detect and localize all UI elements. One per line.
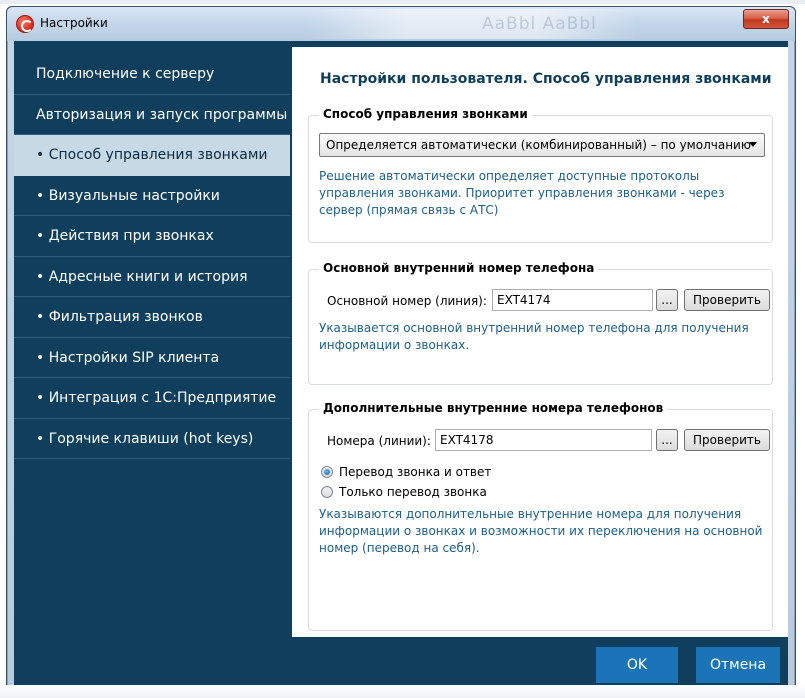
sidebar-item-call-filtering[interactable]: • Фильтрация звонков xyxy=(14,297,290,338)
radio-selected-icon xyxy=(321,466,333,478)
extra-numbers-group: Дополнительные внутренние номера телефон… xyxy=(308,401,773,631)
main-number-label: Основной номер (линия): xyxy=(327,294,487,308)
sidebar-item-sip-client[interactable]: • Настройки SIP клиента xyxy=(14,338,290,378)
main-number-check-button[interactable]: Проверить xyxy=(684,289,770,311)
sidebar-item-address-books[interactable]: • Адресные книги и история xyxy=(14,257,290,297)
sidebar-item-call-control[interactable]: • Способ управления звонками xyxy=(14,135,290,176)
sidebar-item-1c-integration[interactable]: • Интеграция с 1С:Предприятие xyxy=(14,378,290,419)
radio-label: Перевод звонка и ответ xyxy=(339,465,492,479)
sidebar-item-authorization[interactable]: Авторизация и запуск программы xyxy=(14,95,290,135)
group-title: Способ управления звонками xyxy=(319,107,532,121)
screen-edge xyxy=(0,0,805,4)
sidebar-item-label: • Способ управления звонками xyxy=(36,147,268,163)
dropdown-selected-value: Определяется автоматически (комбинирован… xyxy=(326,138,751,152)
main-number-input[interactable]: EXT4174 xyxy=(492,289,653,311)
sidebar-item-label: • Настройки SIP клиента xyxy=(36,349,220,366)
sidebar-item-hot-keys[interactable]: • Горячие клавиши (hot keys) xyxy=(14,419,290,459)
sidebar-item-label: • Горячие клавиши (hot keys) xyxy=(36,430,254,447)
settings-sidebar: Подключение к серверу Авторизация и запу… xyxy=(14,54,290,459)
sidebar-item-label: • Визуальные настройки xyxy=(36,187,220,204)
title-bar[interactable]: AaBbl AaBbl Настройки x xyxy=(7,7,795,41)
ok-button[interactable]: OK xyxy=(596,647,678,683)
main-number-group: Основной внутренний номер телефона Основ… xyxy=(308,261,773,385)
radio-transfer-only[interactable]: Только перевод звонка xyxy=(321,485,487,499)
settings-window: AaBbl AaBbl Настройки x Подключение к се… xyxy=(6,6,796,692)
main-number-description: Указывается основной внутренний номер те… xyxy=(319,321,749,352)
extra-numbers-description: Указываются дополнительные внутренние но… xyxy=(319,507,763,555)
extra-numbers-check-button[interactable]: Проверить xyxy=(684,429,770,451)
settings-panel: Настройки пользователя. Способ управлени… xyxy=(292,47,788,637)
page-title: Настройки пользователя. Способ управлени… xyxy=(320,71,772,87)
extra-numbers-browse-button[interactable]: ... xyxy=(656,429,678,451)
sidebar-item-label: • Действия при звонках xyxy=(36,228,214,244)
call-control-description: Решение автоматически определяет доступн… xyxy=(319,169,725,217)
group-title: Основной внутренний номер телефона xyxy=(319,261,599,275)
sidebar-item-call-actions[interactable]: • Действия при звонках xyxy=(14,216,290,257)
app-phone-icon xyxy=(16,15,34,33)
extra-numbers-input[interactable]: EXT4178 xyxy=(435,429,652,451)
sidebar-item-visual-settings[interactable]: • Визуальные настройки xyxy=(14,176,290,216)
background-ghost-text: AaBbl AaBbl xyxy=(482,14,597,34)
window-title: Настройки xyxy=(40,16,108,30)
radio-transfer-and-answer[interactable]: Перевод звонка и ответ xyxy=(321,465,491,479)
group-title: Дополнительные внутренние номера телефон… xyxy=(319,401,668,415)
sidebar-item-label: • Адресные книги и история xyxy=(36,268,248,285)
main-number-browse-button[interactable]: ... xyxy=(656,289,678,311)
sidebar-item-label: • Фильтрация звонков xyxy=(36,309,203,325)
sidebar-item-server-connection[interactable]: Подключение к серверу xyxy=(14,54,290,95)
call-control-dropdown[interactable]: Определяется автоматически (комбинирован… xyxy=(319,133,765,157)
sidebar-item-label: Подключение к серверу xyxy=(36,66,215,82)
close-button[interactable]: x xyxy=(743,9,789,29)
window-client-area: Подключение к серверу Авторизация и запу… xyxy=(14,41,788,685)
extra-numbers-label: Номера (линии): xyxy=(327,434,431,448)
call-control-group: Способ управления звонками Определяется … xyxy=(308,107,773,243)
sidebar-item-label: Авторизация и запуск программы xyxy=(36,106,288,123)
chevron-down-icon xyxy=(749,142,757,147)
cancel-button[interactable]: Отмена xyxy=(696,647,780,683)
radio-unselected-icon xyxy=(321,486,333,498)
sidebar-item-label: • Интеграция с 1С:Предприятие xyxy=(36,390,277,406)
radio-label: Только перевод звонка xyxy=(339,485,487,499)
screen-bottom-edge xyxy=(0,685,805,698)
